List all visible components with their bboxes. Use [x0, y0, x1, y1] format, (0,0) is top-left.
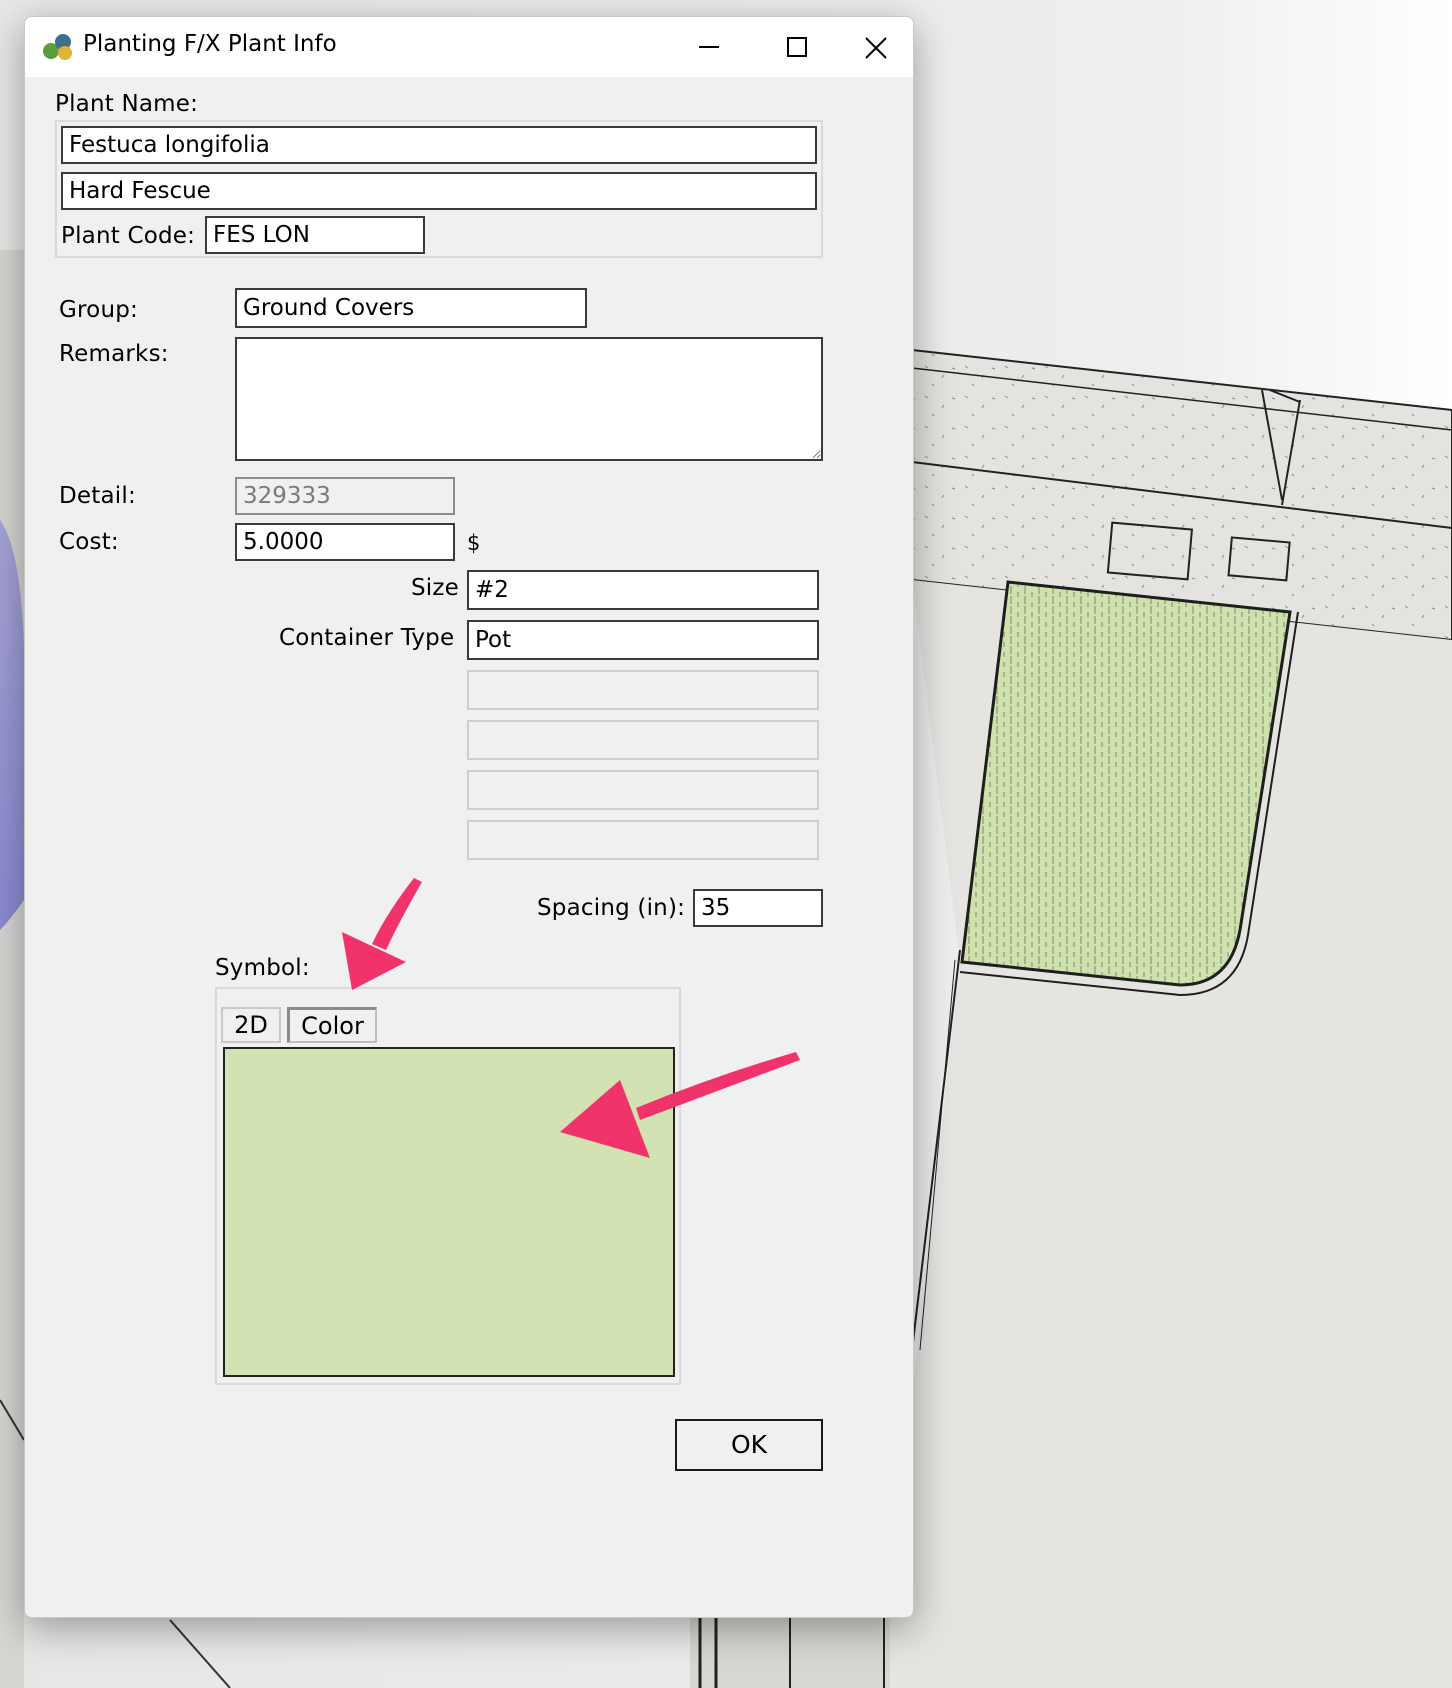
spacing-label: Spacing (in): [537, 895, 686, 921]
detail-label: Detail: [59, 483, 136, 509]
minimize-icon [699, 46, 719, 48]
group-input[interactable] [235, 288, 587, 328]
tab-color[interactable]: Color [287, 1007, 377, 1043]
tab-2d[interactable]: 2D [221, 1007, 281, 1043]
size-input[interactable] [467, 570, 819, 610]
maximize-button[interactable] [753, 17, 841, 77]
plant-code-input[interactable] [205, 216, 425, 254]
planting-fx-app-icon [43, 34, 72, 60]
extra-field-3[interactable] [467, 770, 819, 810]
common-name-input[interactable] [61, 172, 817, 210]
plant-name-label: Plant Name: [55, 91, 199, 117]
maximize-icon [787, 37, 807, 57]
minimize-button[interactable] [665, 17, 753, 77]
color-swatch[interactable] [223, 1047, 675, 1377]
plant-info-dialog: Planting F/X Plant Info Plant Name: Plan… [24, 16, 914, 1618]
symbol-label: Symbol: [215, 955, 310, 981]
cost-currency-unit: $ [467, 531, 481, 555]
ok-button[interactable]: OK [675, 1419, 823, 1471]
close-button[interactable] [841, 17, 913, 77]
detail-input [235, 477, 455, 515]
cost-input[interactable] [235, 523, 455, 561]
plant-code-label: Plant Code: [61, 223, 196, 249]
spacing-input[interactable] [693, 889, 823, 927]
group-label: Group: [59, 297, 138, 323]
extra-field-2[interactable] [467, 720, 819, 760]
container-type-label: Container Type [279, 625, 455, 651]
remarks-label: Remarks: [59, 341, 169, 367]
container-type-input[interactable] [467, 620, 819, 660]
extra-field-1[interactable] [467, 670, 819, 710]
size-label: Size [411, 575, 460, 601]
title-bar[interactable]: Planting F/X Plant Info [25, 17, 913, 77]
window-title: Planting F/X Plant Info [83, 31, 337, 57]
remarks-textarea[interactable] [235, 337, 823, 461]
cost-label: Cost: [59, 529, 119, 555]
extra-field-4[interactable] [467, 820, 819, 860]
close-icon [865, 37, 887, 59]
botanical-name-input[interactable] [61, 126, 817, 164]
